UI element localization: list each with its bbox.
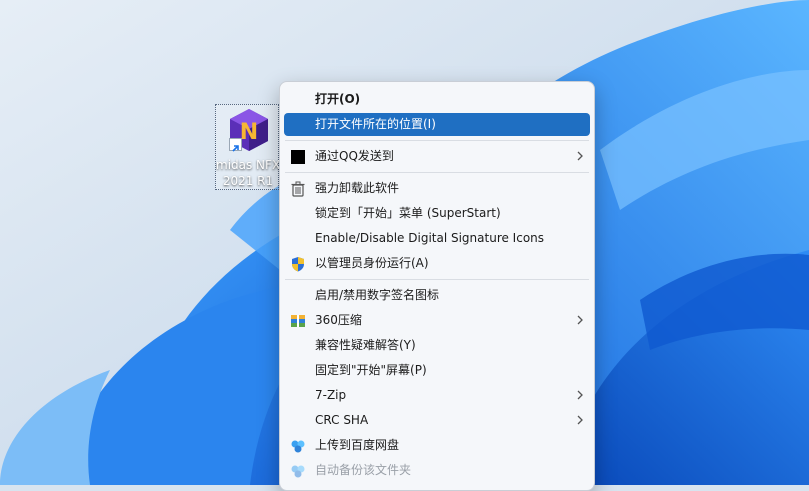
- shortcut-label: midas NFX 2021 R1: [216, 157, 280, 189]
- shortcut-label-line2: 2021 R1: [222, 174, 274, 188]
- menu-item-label: 自动备份该文件夹: [315, 463, 412, 477]
- menu-item-label: 通过QQ发送到: [315, 149, 394, 163]
- baidu-netdisk-icon: [291, 440, 305, 453]
- menu-item-label: 360压缩: [315, 313, 362, 327]
- menu-item-label: 以管理员身份运行(A): [315, 256, 429, 270]
- menu-item-label: CRC SHA: [315, 413, 369, 427]
- qq-send-icon: [291, 150, 305, 164]
- baidu-netdisk-icon: [291, 465, 305, 478]
- menu-item-pin-to-start-superstart[interactable]: 锁定到「开始」菜单 (SuperStart): [284, 202, 590, 225]
- menu-item-label: 固定到"开始"屏幕(P): [315, 363, 427, 377]
- menu-item-label: 打开(O): [315, 92, 361, 106]
- menu-item-run-as-admin[interactable]: 以管理员身份运行(A): [284, 252, 590, 275]
- menu-item-compatibility-troubleshoot[interactable]: 兼容性疑难解答(Y): [284, 334, 590, 357]
- chevron-right-icon: [577, 390, 583, 400]
- menu-item-crc-sha[interactable]: CRC SHA: [284, 409, 590, 432]
- menu-item-label: 上传到百度网盘: [315, 438, 400, 452]
- shortcut-label-line1: midas NFX: [216, 158, 280, 172]
- menu-item-label: 7-Zip: [315, 388, 347, 402]
- menu-item-360-compress[interactable]: 360压缩: [284, 309, 590, 332]
- uac-shield-icon: [292, 257, 304, 272]
- archive-360-icon: [291, 315, 305, 327]
- menu-item-label: Enable/Disable Digital Signature Icons: [315, 231, 545, 245]
- svg-text:N: N: [240, 120, 258, 145]
- menu-separator: [285, 279, 589, 280]
- context-menu: 打开(O) 打开文件所在的位置(I) 通过QQ发送到 强力卸载此软件 锁定到「开…: [279, 81, 595, 491]
- menu-item-toggle-signature-icons-cn[interactable]: 启用/禁用数字签名图标: [284, 284, 590, 307]
- desktop: N midas NFX 2021 R1 打开(O) 打开文件所在的位置(I) 通…: [0, 0, 809, 491]
- menu-item-pin-to-start-screen[interactable]: 固定到"开始"屏幕(P): [284, 359, 590, 382]
- menu-item-force-uninstall[interactable]: 强力卸载此软件: [284, 177, 590, 200]
- menu-separator: [285, 172, 589, 173]
- chevron-right-icon: [577, 151, 583, 161]
- trash-icon: [291, 181, 305, 197]
- menu-item-open-file-location[interactable]: 打开文件所在的位置(I): [284, 113, 590, 136]
- menu-item-send-via-qq[interactable]: 通过QQ发送到: [284, 145, 590, 168]
- menu-item-upload-baidu-netdisk[interactable]: 上传到百度网盘: [284, 434, 590, 457]
- chevron-right-icon: [577, 415, 583, 425]
- menu-separator: [285, 140, 589, 141]
- menu-item-label: 强力卸载此软件: [315, 181, 400, 195]
- menu-item-label: 兼容性疑难解答(Y): [315, 338, 416, 352]
- menu-item-open[interactable]: 打开(O): [284, 88, 590, 111]
- menu-item-auto-backup-folder[interactable]: 自动备份该文件夹: [284, 459, 590, 482]
- menu-item-label: 启用/禁用数字签名图标: [315, 288, 440, 302]
- menu-item-label: 锁定到「开始」菜单 (SuperStart): [315, 206, 501, 220]
- menu-item-7zip[interactable]: 7-Zip: [284, 384, 590, 407]
- menu-item-toggle-digital-signature-icons[interactable]: Enable/Disable Digital Signature Icons: [284, 227, 590, 250]
- desktop-shortcut-midas-nfx[interactable]: N midas NFX 2021 R1: [215, 104, 280, 190]
- chevron-right-icon: [577, 315, 583, 325]
- menu-item-label: 打开文件所在的位置(I): [315, 117, 436, 131]
- shortcut-arrow-icon: [229, 138, 242, 152]
